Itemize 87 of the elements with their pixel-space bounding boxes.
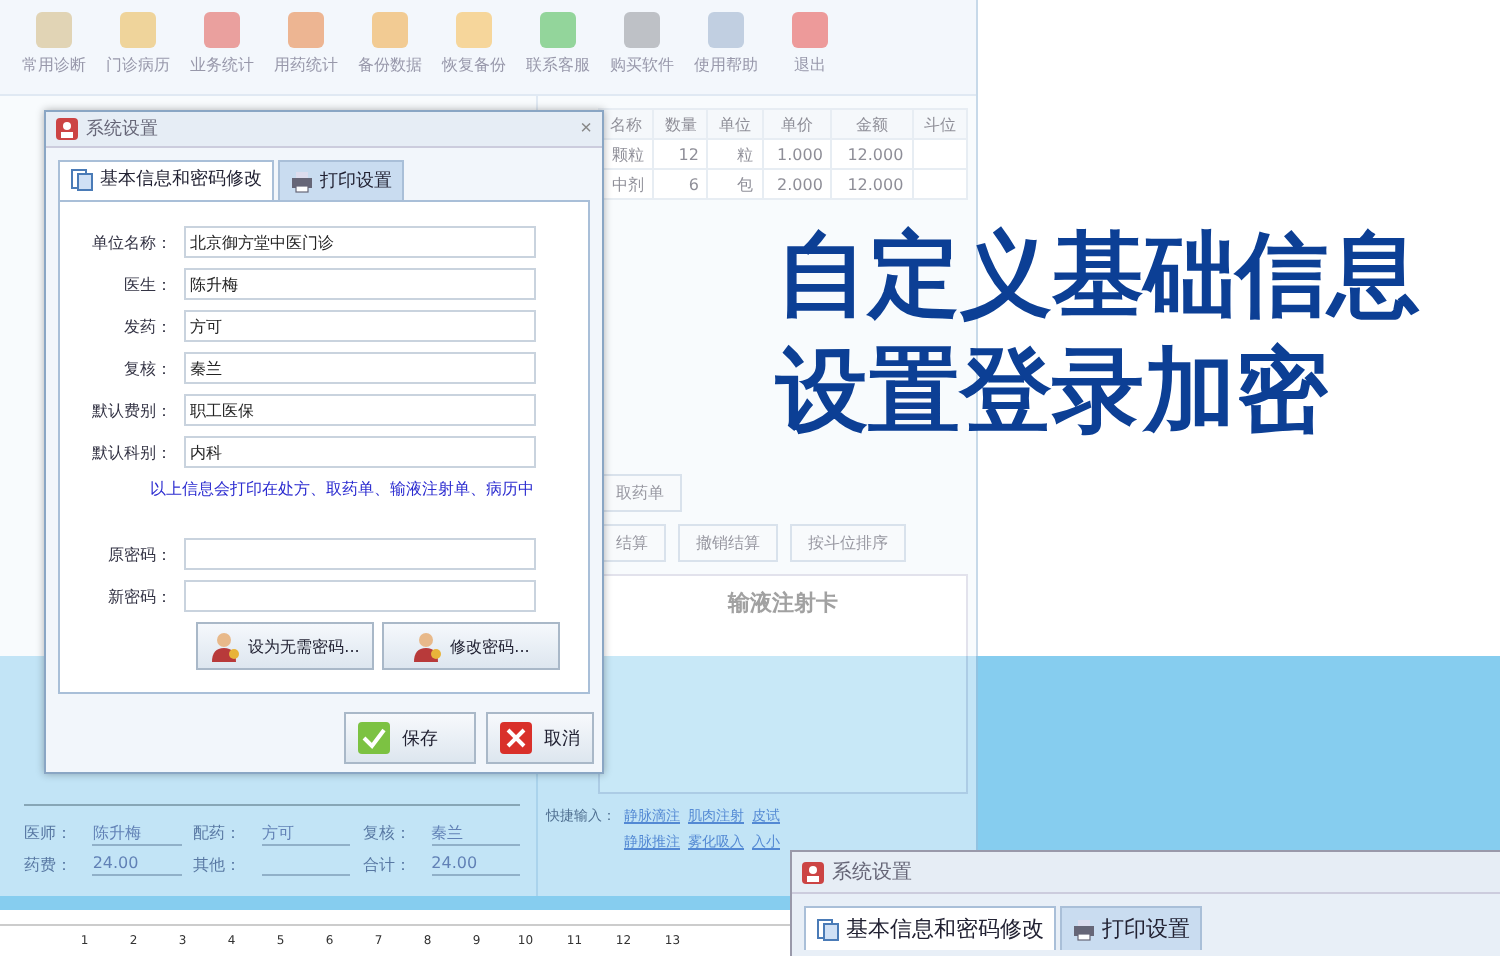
toolbar-icon: [456, 12, 492, 48]
toolbar-button[interactable]: 恢复备份: [436, 12, 512, 90]
tab[interactable]: 基本信息和密码修改: [804, 906, 1056, 950]
toolbar-button[interactable]: 备份数据: [352, 12, 428, 90]
footer-label: 其他：: [193, 854, 244, 876]
headline: 自定义基础信息: [776, 218, 1420, 332]
field-label: 新密码：: [106, 585, 172, 607]
input-field[interactable]: 秦兰: [184, 352, 536, 384]
printer-icon: [290, 169, 314, 193]
footer-value: 24.00: [431, 854, 520, 876]
table-cell: 12.000: [831, 169, 913, 199]
input-field[interactable]: 方可: [184, 310, 536, 342]
toolbar-icon: [624, 12, 660, 48]
toolbar-button[interactable]: 购买软件: [604, 12, 680, 90]
toolbar-icon: [204, 12, 240, 48]
toolbar-icon: [792, 12, 828, 48]
toolbar-icon: [36, 12, 72, 48]
table-cell: 包: [707, 169, 763, 199]
check-icon: [358, 722, 390, 754]
tab[interactable]: 基本信息和密码修改: [58, 160, 274, 200]
document-icon: [70, 167, 94, 191]
tab[interactable]: 打印设置: [278, 160, 404, 200]
footer-label: 药费：: [24, 854, 74, 876]
input-field[interactable]: 陈升梅: [184, 268, 536, 300]
field-label: 复核：: [122, 357, 172, 379]
field-label: 医生：: [122, 273, 172, 295]
column-header: 单位: [707, 109, 763, 139]
password-button[interactable]: 修改密码...: [382, 622, 560, 670]
field-label: 原密码：: [106, 543, 172, 565]
toolbar-button[interactable]: 使用帮助: [688, 12, 764, 90]
dialog-button[interactable]: 保存: [344, 712, 476, 764]
password-button[interactable]: 设为无需密码...: [196, 622, 374, 670]
table-cell: 12: [653, 139, 708, 169]
input-field[interactable]: 职工医保: [184, 394, 536, 426]
toolbar-button[interactable]: 门诊病历: [100, 12, 176, 90]
table-cell: 粒: [707, 139, 763, 169]
footer-value: 方可: [261, 822, 351, 846]
toolbar-button[interactable]: 退出: [772, 12, 848, 90]
toolbar-button[interactable]: 常用诊断: [16, 12, 92, 90]
field-label: 发药：: [122, 315, 172, 337]
input-field[interactable]: 北京御方堂中医门诊: [184, 226, 536, 258]
user-key-icon: [210, 630, 243, 662]
field-label: 默认费别：: [90, 399, 172, 421]
toolbar-icon: [288, 12, 324, 48]
toolbar-button[interactable]: 用药统计: [268, 12, 344, 90]
toolbar-icon: [372, 12, 408, 48]
table-cell: 12.000: [831, 139, 913, 169]
toolbar-button[interactable]: 联系客服: [520, 12, 596, 90]
card-title: 输液注射卡: [728, 588, 838, 616]
table-cell: 6: [653, 169, 708, 199]
footer-value: 24.00: [92, 854, 182, 876]
password-field[interactable]: [184, 580, 536, 612]
column-header: 金额: [831, 109, 913, 139]
dialog-title: 系统设置: [86, 117, 160, 142]
column-header: 数量: [653, 109, 708, 139]
close-button[interactable]: ×: [580, 118, 592, 140]
toolbar-icon: [540, 12, 576, 48]
close-icon: [500, 722, 532, 754]
user-key-icon: [412, 630, 445, 662]
footer-value: 秦兰: [431, 822, 520, 846]
table-cell: 2.000: [762, 169, 832, 199]
action-button[interactable]: 按斗位排序: [790, 524, 906, 562]
footer-label: 复核：: [362, 822, 413, 846]
document-icon: [816, 917, 840, 941]
printer-icon: [1072, 917, 1096, 941]
app-icon: [56, 118, 78, 140]
info-note: 以上信息会打印在处方、取药单、输液注射单、病历中: [148, 478, 536, 500]
app-icon: [802, 861, 824, 883]
column-header: 斗位: [912, 109, 967, 139]
dialog-button[interactable]: 取消: [486, 712, 594, 764]
toolbar-button[interactable]: 业务统计: [184, 12, 260, 90]
column-header: 单价: [762, 109, 832, 139]
table-cell: 1.000: [762, 139, 832, 169]
field-label: 默认科别：: [90, 441, 172, 463]
password-field[interactable]: [184, 538, 536, 570]
dialog-title: 系统设置: [832, 859, 914, 886]
footer-label: 配药：: [193, 822, 244, 846]
toolbar-icon: [120, 12, 156, 48]
footer-label: 医师：: [24, 822, 74, 846]
toolbar-icon: [708, 12, 744, 48]
action-button[interactable]: 撤销结算: [678, 524, 778, 562]
input-field[interactable]: 内科: [184, 436, 536, 468]
headline: 设置登录加密: [776, 334, 1330, 448]
footer-value: 陈升梅: [92, 822, 182, 846]
footer-label: 合计：: [362, 854, 413, 876]
tab[interactable]: 打印设置: [1060, 906, 1202, 950]
field-label: 单位名称：: [90, 231, 172, 253]
